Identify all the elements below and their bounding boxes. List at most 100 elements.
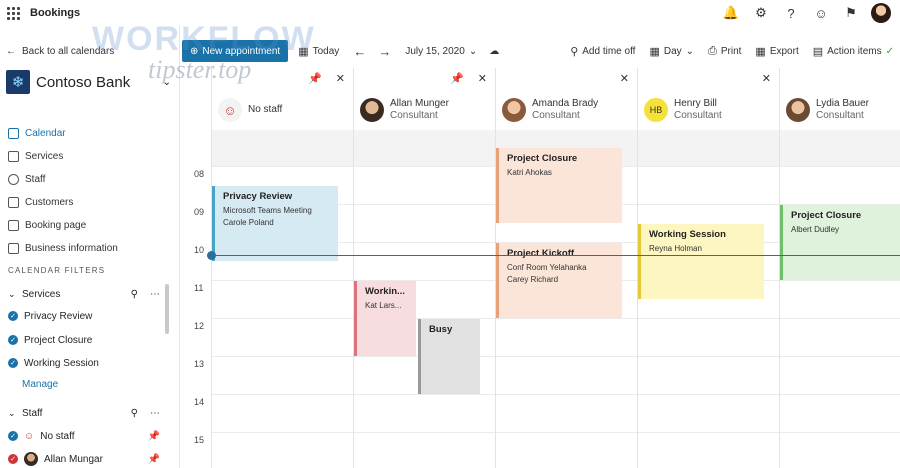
- more-icon[interactable]: ⋯: [150, 408, 160, 419]
- business-selector[interactable]: ❄ Contoso Bank ⌄: [6, 70, 171, 94]
- export-button[interactable]: ▦ Export: [755, 45, 798, 58]
- pin-icon[interactable]: 📌: [148, 454, 160, 465]
- appointment-title: Workin...: [365, 286, 405, 297]
- search-icon[interactable]: ⚲: [131, 408, 138, 419]
- service-filter-privacy-review[interactable]: ✓ Privacy Review: [8, 306, 160, 326]
- pin-icon[interactable]: 📌: [308, 72, 322, 85]
- gear-icon[interactable]: ⚙: [748, 0, 774, 26]
- sidebar-item-calendar[interactable]: Calendar: [8, 122, 168, 145]
- services-icon: [8, 151, 19, 162]
- close-icon[interactable]: ✕: [336, 72, 345, 85]
- sidebar-item-business-information[interactable]: Business information: [8, 237, 168, 260]
- appointment-working-session[interactable]: Working Session Reyna Holman: [638, 224, 764, 299]
- bell-icon[interactable]: 🔔: [718, 0, 744, 26]
- close-icon[interactable]: ✕: [762, 72, 771, 85]
- calendar-filters-heading: CALENDAR FILTERS: [8, 266, 106, 275]
- print-button[interactable]: ⎙ Print: [708, 45, 741, 58]
- staff-filter-label: Staff: [22, 407, 43, 419]
- service-filter-project-closure[interactable]: ✓ Project Closure: [8, 330, 160, 350]
- staff-role: Consultant: [674, 110, 722, 121]
- sidebar-item-staff[interactable]: Staff: [8, 168, 168, 191]
- flag-icon[interactable]: ⚑: [838, 0, 864, 26]
- customers-icon: [8, 197, 19, 208]
- appointment-title: Privacy Review: [223, 191, 293, 202]
- services-filter-header[interactable]: ⌄ Services ⚲ ⋯: [8, 284, 160, 304]
- prev-day-arrow-icon[interactable]: ←: [353, 44, 366, 59]
- services-filter-label: Services: [22, 288, 61, 300]
- action-items-button[interactable]: ▤ Action items ✓: [813, 45, 894, 58]
- appointment-detail: Carole Poland: [223, 218, 274, 227]
- checkmark-icon: ✓: [8, 311, 18, 321]
- avatar: [360, 98, 384, 122]
- hour-label: 10: [194, 245, 205, 255]
- sidebar-item-label: Services: [25, 151, 64, 162]
- staff-role: Consultant: [390, 110, 438, 121]
- sidebar-scrollbar[interactable]: [165, 284, 169, 334]
- manage-link[interactable]: Manage: [22, 379, 58, 390]
- staff-name: Henry Bill: [674, 98, 717, 109]
- view-selector[interactable]: ▦ Day ⌄: [649, 45, 694, 58]
- no-staff-icon: ☺: [218, 98, 242, 122]
- hour-label: 11: [194, 283, 204, 293]
- date-picker[interactable]: July 15, 2020 ⌄: [405, 46, 477, 57]
- appointment-privacy-review[interactable]: Privacy Review Microsoft Teams Meeting C…: [212, 186, 338, 261]
- view-label: Day: [663, 45, 682, 57]
- profile-avatar[interactable]: [868, 0, 894, 26]
- sidebar-item-services[interactable]: Services: [8, 145, 168, 168]
- action-items-label: Action items: [827, 45, 882, 57]
- staff-filter-allan-mungar[interactable]: ✓ Allan Mungar 📌: [8, 449, 160, 468]
- checkmark-icon: ✓: [8, 454, 18, 464]
- sidebar-item-label: Business information: [25, 243, 118, 254]
- appointment-detail: Carey Richard: [507, 275, 559, 284]
- appointment-busy[interactable]: Busy: [418, 319, 480, 394]
- sidebar-item-booking-page[interactable]: Booking page: [8, 214, 168, 237]
- column-header: 📌 ✕ ☺ No staff: [212, 68, 353, 130]
- service-filter-working-session[interactable]: ✓ Working Session: [8, 353, 160, 373]
- all-day-row: [638, 130, 779, 166]
- staff-filter-header[interactable]: ⌄ Staff ⚲ ⋯: [8, 403, 160, 423]
- sidebar-item-customers[interactable]: Customers: [8, 191, 168, 214]
- appointment-working-session[interactable]: Workin... Kat Lars...: [354, 281, 416, 356]
- checkmark-icon: ✓: [8, 335, 18, 345]
- add-time-off-button[interactable]: ⚲ Add time off: [570, 45, 635, 58]
- staff-filter-label: Allan Mungar: [44, 453, 103, 465]
- sidebar-item-label: Calendar: [25, 128, 66, 139]
- appointment-project-closure[interactable]: Project Closure Katri Ahokas: [496, 148, 622, 223]
- avatar: [786, 98, 810, 122]
- chevron-down-icon: ⌄: [685, 45, 695, 57]
- staff-role: Consultant: [532, 110, 580, 121]
- staff-filter-no-staff[interactable]: ✓ ☺ No staff 📌: [8, 426, 160, 446]
- date-label: July 15, 2020: [405, 45, 465, 57]
- staff-name: Lydia Bauer: [816, 98, 869, 109]
- time-off-icon: ⚲: [570, 45, 579, 58]
- close-icon[interactable]: ✕: [620, 72, 629, 85]
- appointment-project-closure[interactable]: Project Closure Albert Dudley: [780, 205, 900, 280]
- more-icon[interactable]: ⋯: [150, 289, 160, 300]
- appointment-detail: Reyna Holman: [649, 244, 702, 253]
- business-name: Contoso Bank: [36, 73, 131, 91]
- chevron-down-icon: ⌄: [8, 288, 16, 299]
- sidebar: ← Back to all calendars ❄ Contoso Bank ⌄…: [0, 26, 180, 468]
- hour-label: 08: [194, 169, 205, 179]
- business-logo: ❄: [6, 70, 30, 94]
- next-day-arrow-icon[interactable]: →: [378, 44, 391, 59]
- hour-label: 12: [194, 321, 205, 331]
- column-header: ✕ HB Henry Bill Consultant: [638, 68, 779, 130]
- current-time-dot: [207, 251, 216, 260]
- pin-icon[interactable]: 📌: [450, 72, 464, 85]
- search-icon[interactable]: ⚲: [131, 289, 138, 300]
- column-header: ✕ Amanda Brady Consultant: [496, 68, 637, 130]
- weather-icon: ☁: [489, 45, 500, 57]
- no-staff-icon: ☺: [24, 430, 35, 442]
- all-day-row: [354, 130, 495, 166]
- smiley-icon[interactable]: ☺: [808, 0, 834, 26]
- staff-role: Consultant: [816, 110, 864, 121]
- checkmark-icon: ✓: [8, 358, 18, 368]
- close-icon[interactable]: ✕: [478, 72, 487, 85]
- pin-icon[interactable]: 📌: [148, 431, 160, 442]
- help-icon[interactable]: ?: [778, 0, 804, 26]
- staff-name: Allan Munger: [390, 98, 449, 109]
- app-launcher-icon[interactable]: [0, 0, 26, 26]
- action-items-icon: ▤: [812, 45, 824, 58]
- watermark-text: WORKFLOW: [92, 20, 316, 58]
